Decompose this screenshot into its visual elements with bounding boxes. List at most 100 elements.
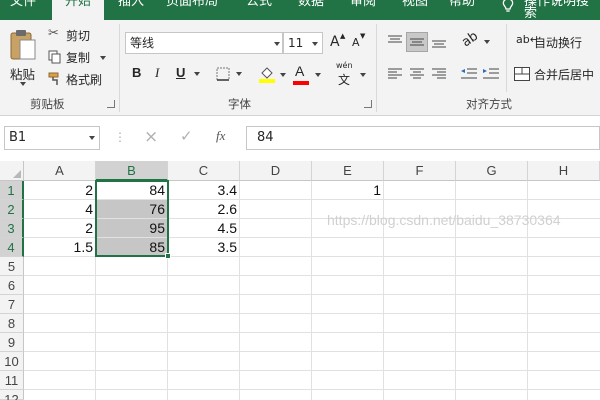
cell-E1[interactable]: 1: [312, 181, 384, 200]
cell-C2[interactable]: 2.6: [168, 200, 240, 219]
orientation-caret-icon: [484, 40, 490, 44]
row-header-1[interactable]: 1: [0, 181, 24, 200]
fill-color-button[interactable]: [256, 64, 290, 86]
cell-A4[interactable]: 1.5: [24, 238, 96, 257]
row-header-3[interactable]: 3: [0, 219, 24, 238]
cell-C4[interactable]: 3.5: [168, 238, 240, 257]
row-header-10[interactable]: 10: [0, 352, 24, 371]
row-header-12[interactable]: 12: [0, 390, 24, 400]
orientation-button[interactable]: ab: [459, 28, 494, 52]
align-center-button[interactable]: [406, 64, 428, 84]
align-left-button[interactable]: [384, 64, 406, 84]
tab-page-layout[interactable]: 页面布局: [160, 0, 224, 20]
cell-C3[interactable]: 4.5: [168, 219, 240, 238]
cell-B1[interactable]: 84: [96, 181, 168, 200]
row-header-9[interactable]: 9: [0, 333, 24, 352]
row-header-8[interactable]: 8: [0, 314, 24, 333]
tab-review[interactable]: 审阅: [340, 0, 386, 20]
group-divider: [376, 24, 377, 112]
scissors-icon: ✂: [48, 26, 59, 41]
font-size-select[interactable]: 11: [283, 32, 323, 54]
shrink-font-button[interactable]: A ▼: [350, 32, 368, 54]
italic-button[interactable]: I: [150, 64, 168, 84]
font-group-label: 字体: [228, 97, 251, 111]
increase-indent-button[interactable]: [480, 64, 502, 84]
paste-caret-icon: [20, 82, 26, 86]
font-color-button[interactable]: A: [292, 63, 324, 86]
tab-formulas[interactable]: 公式: [236, 0, 282, 20]
grow-font-button[interactable]: A ▲: [328, 32, 346, 54]
merge-center-button[interactable]: 合并后居中: [514, 64, 600, 84]
font-name-select[interactable]: 等线: [125, 32, 283, 54]
cut-button[interactable]: ✂ 剪切: [48, 26, 96, 44]
align-right-button[interactable]: [428, 64, 450, 84]
col-header-F[interactable]: F: [384, 161, 456, 181]
fill-color-caret-icon: [280, 73, 286, 77]
row-header-7[interactable]: 7: [0, 295, 24, 314]
merge-center-label: 合并后居中: [534, 68, 595, 82]
cell-C1[interactable]: 3.4: [168, 181, 240, 200]
decrease-indent-button[interactable]: [458, 64, 480, 84]
cell-A1[interactable]: 2: [24, 181, 96, 200]
italic-label: I: [155, 65, 160, 80]
copy-button[interactable]: 复制: [48, 48, 108, 66]
paste-label: 粘贴: [10, 67, 36, 82]
row-header-2[interactable]: 2: [0, 200, 24, 219]
cell-A2[interactable]: 4: [24, 200, 96, 219]
name-box[interactable]: B1: [4, 126, 100, 150]
font-color-swatch: [293, 81, 309, 85]
merge-cells-icon: [514, 67, 530, 81]
select-all-corner[interactable]: [0, 161, 24, 181]
fill-handle[interactable]: [165, 253, 171, 259]
clipboard-group-label: 剪贴板: [30, 97, 65, 111]
phonetic-button[interactable]: wén 文: [334, 61, 368, 87]
align-right-icon: [432, 68, 446, 79]
paste-button[interactable]: 粘贴: [6, 26, 40, 86]
clipboard-icon: [10, 30, 36, 60]
tab-home[interactable]: 开始: [52, 0, 104, 20]
col-header-C[interactable]: C: [168, 161, 240, 181]
font-launcher-icon[interactable]: [364, 100, 372, 108]
row-header-11[interactable]: 11: [0, 371, 24, 390]
tab-data[interactable]: 数据: [288, 0, 334, 20]
col-header-D[interactable]: D: [240, 161, 312, 181]
tab-insert[interactable]: 插入: [108, 0, 154, 20]
insert-function-icon[interactable]: fx: [216, 128, 225, 144]
watermark: https://blog.csdn.net/baidu_38730364: [327, 212, 561, 228]
row-header-5[interactable]: 5: [0, 257, 24, 276]
borders-button[interactable]: [214, 64, 248, 84]
align-bottom-icon: [432, 40, 446, 48]
cancel-icon[interactable]: ×: [144, 127, 158, 147]
row-header-4[interactable]: 4: [0, 238, 24, 257]
tab-help[interactable]: 帮助: [442, 0, 482, 20]
col-header-H[interactable]: H: [528, 161, 600, 181]
formula-input[interactable]: 84: [246, 126, 600, 150]
align-bottom-button[interactable]: [428, 32, 450, 52]
cell-B4[interactable]: 85: [96, 238, 168, 257]
tell-me-search[interactable]: 操作说明搜索: [524, 0, 600, 20]
alignment-group-label: 对齐方式: [466, 97, 512, 111]
align-middle-button[interactable]: [406, 32, 428, 52]
col-header-B[interactable]: B: [96, 161, 168, 181]
caret-up-icon: ▲: [340, 32, 346, 40]
tab-file[interactable]: 文件: [0, 0, 46, 20]
row-header-6[interactable]: 6: [0, 276, 24, 295]
format-painter-button[interactable]: 格式刷: [48, 70, 104, 88]
underline-button[interactable]: U: [172, 64, 202, 84]
copy-label: 复制: [66, 51, 91, 65]
decrease-indent-icon: [461, 68, 477, 79]
align-center-icon: [410, 68, 424, 79]
tab-view[interactable]: 视图: [392, 0, 438, 20]
col-header-G[interactable]: G: [456, 161, 528, 181]
clipboard-launcher-icon[interactable]: [107, 100, 115, 108]
enter-icon[interactable]: ✓: [180, 127, 193, 145]
align-top-button[interactable]: [384, 32, 406, 52]
cell-A3[interactable]: 2: [24, 219, 96, 238]
orientation-icon: ab: [459, 28, 482, 51]
col-header-A[interactable]: A: [24, 161, 96, 181]
col-header-E[interactable]: E: [312, 161, 384, 181]
bold-button[interactable]: B: [128, 64, 146, 84]
cell-B3[interactable]: 95: [96, 219, 168, 238]
cell-B2[interactable]: 76: [96, 200, 168, 219]
wrap-text-button[interactable]: ab↵ 自动换行: [514, 32, 600, 52]
